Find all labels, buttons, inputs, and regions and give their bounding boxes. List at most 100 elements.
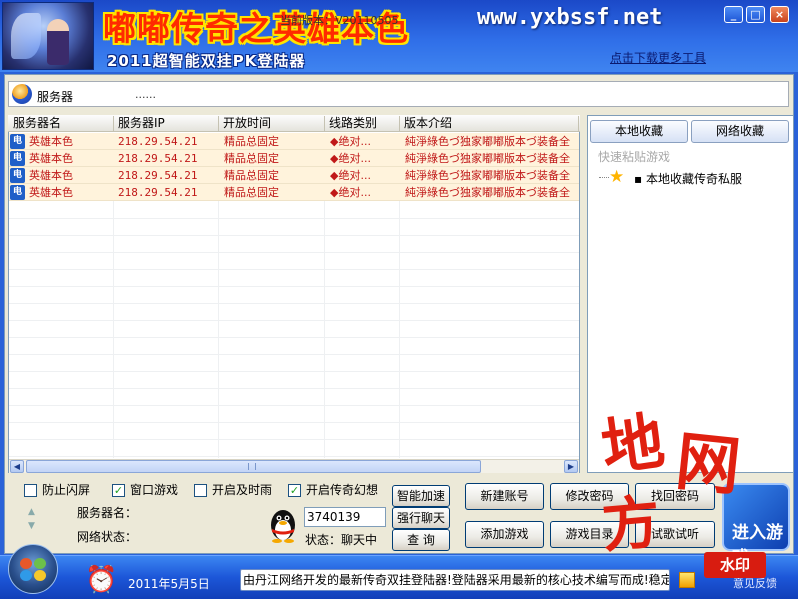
favorite-item[interactable]: ▪ 本地收藏传奇私服 [634,170,742,187]
grid-line [9,337,579,338]
close-button[interactable]: × [770,6,789,23]
scroll-left-icon[interactable]: ◀ [10,460,24,473]
open-time: 精品总固定 [224,169,279,182]
smart-speed-button[interactable]: 智能加速 [392,485,450,507]
table-row[interactable]: 电 英雄本色 218.29.54.21 精品总固定 ◆绝对... 純淨綠色づ独家… [9,184,579,201]
open-time: 精品总固定 [224,135,279,148]
column-header-desc[interactable]: 版本介绍 [400,116,579,131]
server-label: 服务器 [37,90,74,104]
anti-flash-checkbox[interactable]: 防止闪屏 [24,483,90,498]
add-game-button[interactable]: 添加游戏 [465,521,544,548]
watermark-char: 网 [672,423,744,506]
open-rain-checkbox[interactable]: 开启及时雨 [194,483,272,498]
telecom-icon: 电 [10,151,25,166]
column-header-name[interactable]: 服务器名 [9,116,114,131]
server-ip: 218.29.54.21 [118,186,198,199]
grid-line [9,320,579,321]
tab-network-favorites[interactable]: 网络收藏 [691,120,789,143]
column-header-line[interactable]: 线路类别 [325,116,400,131]
query-button[interactable]: 查 询 [392,529,450,551]
scrollbar-grip-icon [248,463,256,470]
spin-up-icon[interactable]: ▲ [28,507,35,517]
server-name: 英雄本色 [29,152,73,165]
checkbox-box [24,484,37,497]
minimize-button[interactable]: _ [724,6,743,23]
version-desc: 純淨綠色づ独家嘟嘟版本づ装备全 [405,169,570,182]
telecom-icon: 电 [10,134,25,149]
alarm-clock-icon: ⏰ [85,565,118,595]
line-type: ◆绝对... [330,152,371,165]
tree-connector [599,177,609,178]
force-chat-button[interactable]: 强行聊天 [392,507,450,529]
grid-line [9,354,579,355]
network-status-label: 网络状态： [77,530,138,544]
new-account-button[interactable]: 新建账号 [465,483,544,510]
open-rain-label: 开启及时雨 [212,483,273,497]
maximize-button[interactable]: □ [746,6,765,23]
telecom-icon: 电 [10,168,25,183]
column-header-ip[interactable]: 服务器IP [114,116,219,131]
qq-number-input[interactable] [304,507,386,527]
grid-line [9,371,579,372]
spin-down-icon[interactable]: ▼ [28,521,35,531]
favorite-item-label: 本地收藏传奇私服 [645,172,742,186]
open-fantasy-label: 开启传奇幻想 [306,483,379,497]
feedback-icon[interactable] [679,572,695,588]
grid-line [9,388,579,389]
version-desc: 純淨綠色づ独家嘟嘟版本づ装备全 [405,152,570,165]
tab-local-favorites[interactable]: 本地收藏 [590,120,688,143]
download-tools-link[interactable]: 点击下载更多工具 [610,49,706,66]
column-header-time[interactable]: 开放时间 [219,116,325,131]
table-row[interactable]: 电 英雄本色 218.29.54.21 精品总固定 ◆绝对... 純淨綠色づ独家… [9,133,579,150]
windows-orb-icon[interactable] [8,544,58,594]
grid-line [9,286,579,287]
line-type: ◆绝对... [330,135,371,148]
version-label: 当前版本：V20110505 [280,14,399,27]
server-name: 英雄本色 [29,186,73,199]
telecom-icon: 电 [10,185,25,200]
game-character-art [2,2,94,70]
scroll-right-icon[interactable]: ▶ [564,460,578,473]
grid-line [9,252,579,253]
watermark-char: 方 [599,487,663,561]
line-type: ◆绝对... [330,186,371,199]
table-row[interactable]: 电 英雄本色 218.29.54.21 精品总固定 ◆绝对... 純淨綠色づ独家… [9,150,579,167]
star-icon: ★ [609,167,625,187]
line-type: ◆绝对... [330,169,371,182]
grid-line [9,269,579,270]
open-fantasy-checkbox[interactable]: ✓ 开启传奇幻想 [288,483,378,498]
server-ip: 218.29.54.21 [118,135,198,148]
open-time: 精品总固定 [224,186,279,199]
globe-icon [12,84,32,104]
checkmark-icon: ✓ [288,484,301,497]
server-name: 英雄本色 [29,135,73,148]
grid-line [9,405,579,406]
version-desc: 純淨綠色づ独家嘟嘟版本づ装备全 [405,135,570,148]
grid-line [9,303,579,304]
website-url: www.yxbssf.net [477,5,663,30]
grid-line [9,422,579,423]
server-name-label: 服务器名： [77,506,138,520]
app-subtitle: 2011超智能双挂PK登陆器 [107,52,306,70]
server-ip: 218.29.54.21 [118,169,198,182]
window-game-checkbox[interactable]: ✓ 窗口游戏 [112,483,178,498]
chat-status: 状态：聊天中 [305,533,378,547]
date-label: 2011年5月5日 [128,577,210,591]
favorites-hint: 快速粘贴游戏 [598,150,671,164]
open-time: 精品总固定 [224,152,279,165]
table-row[interactable]: 电 英雄本色 218.29.54.21 精品总固定 ◆绝对... 純淨綠色づ独家… [9,167,579,184]
grid-line [9,218,579,219]
server-name: 英雄本色 [29,169,73,182]
server-value: ...... [135,88,156,101]
watermark-char: 地 [597,404,669,485]
grid-line [9,456,579,457]
watermark-tag: 水印 [704,552,766,578]
news-ticker: 由丹江网络开发的最新传奇双挂登陆器!登陆器采用最新的核心技术编写而成!稳定 [240,569,670,591]
server-selector[interactable] [8,81,789,107]
checkbox-box [194,484,207,497]
qq-penguin-icon [271,510,295,543]
grid-line [9,439,579,440]
grid-line [9,235,579,236]
version-desc: 純淨綠色づ独家嘟嘟版本づ装备全 [405,186,570,199]
checkmark-icon: ✓ [112,484,125,497]
